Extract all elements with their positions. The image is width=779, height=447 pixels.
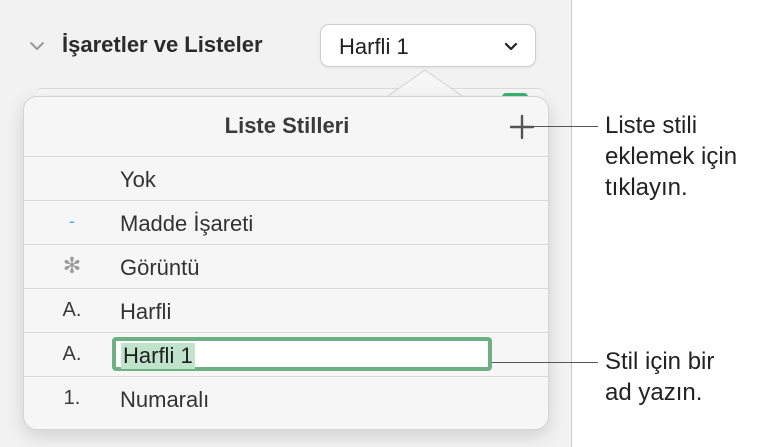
list-style-rows: Yok - Madde İşareti ✻ Görüntü A. Harfli … [24, 156, 550, 421]
callout-line-1: Liste stili [605, 112, 698, 139]
list-item[interactable]: Yok [24, 156, 550, 200]
callout-line-1: Stil için bir [605, 348, 715, 375]
popover-title: Liste Stilleri [224, 113, 350, 138]
callout-add-style: Liste stili eklemek için tıklayın. [605, 110, 737, 203]
list-item-editing[interactable]: A. Harfli 1 [24, 332, 550, 376]
callout-line-name [492, 362, 598, 363]
selected-text[interactable]: Harfli 1 [121, 343, 195, 369]
list-item[interactable]: ✻ Görüntü [24, 244, 550, 288]
callout-line-3: tıklayın. [605, 174, 688, 201]
list-marker: 1. [63, 387, 81, 409]
dropdown-value: Harfli 1 [339, 34, 409, 59]
callout-line-add [532, 126, 598, 127]
list-item-label: Yok [120, 167, 156, 192]
style-name-field[interactable]: Harfli 1 [112, 337, 492, 371]
list-item-label: Madde İşareti [120, 211, 254, 236]
list-item[interactable]: A. Harfli [24, 288, 550, 332]
chevron-down-icon[interactable] [28, 37, 46, 55]
section-title: İşaretler ve Listeler [62, 32, 263, 57]
list-styles-popover: Liste Stilleri Yok - Madde İşareti ✻ Gör… [23, 96, 550, 430]
chevron-down-icon [504, 42, 518, 51]
callout-line-2: eklemek için [605, 143, 738, 170]
callout-line-2: ad yazın. [605, 379, 703, 406]
bullets-lists-section-header: İşaretler ve Listeler Harfli 1 [0, 0, 572, 92]
list-item[interactable]: - Madde İşareti [24, 200, 550, 244]
list-marker: A. [62, 343, 82, 365]
list-style-dropdown[interactable]: Harfli 1 [320, 24, 536, 67]
list-marker: A. [62, 299, 82, 321]
image-bullet-icon: ✻ [62, 253, 82, 278]
callout-type-name: Stil için bir ad yazın. [605, 346, 714, 408]
list-item-label: Numaralı [120, 387, 210, 412]
dash-bullet-icon: - [69, 211, 75, 231]
list-item[interactable]: 1. Numaralı [24, 376, 550, 421]
popover-arrow [383, 69, 467, 100]
plus-icon[interactable] [508, 113, 536, 141]
list-item-label: Görüntü [120, 255, 200, 280]
list-item-label: Harfli [120, 299, 172, 324]
